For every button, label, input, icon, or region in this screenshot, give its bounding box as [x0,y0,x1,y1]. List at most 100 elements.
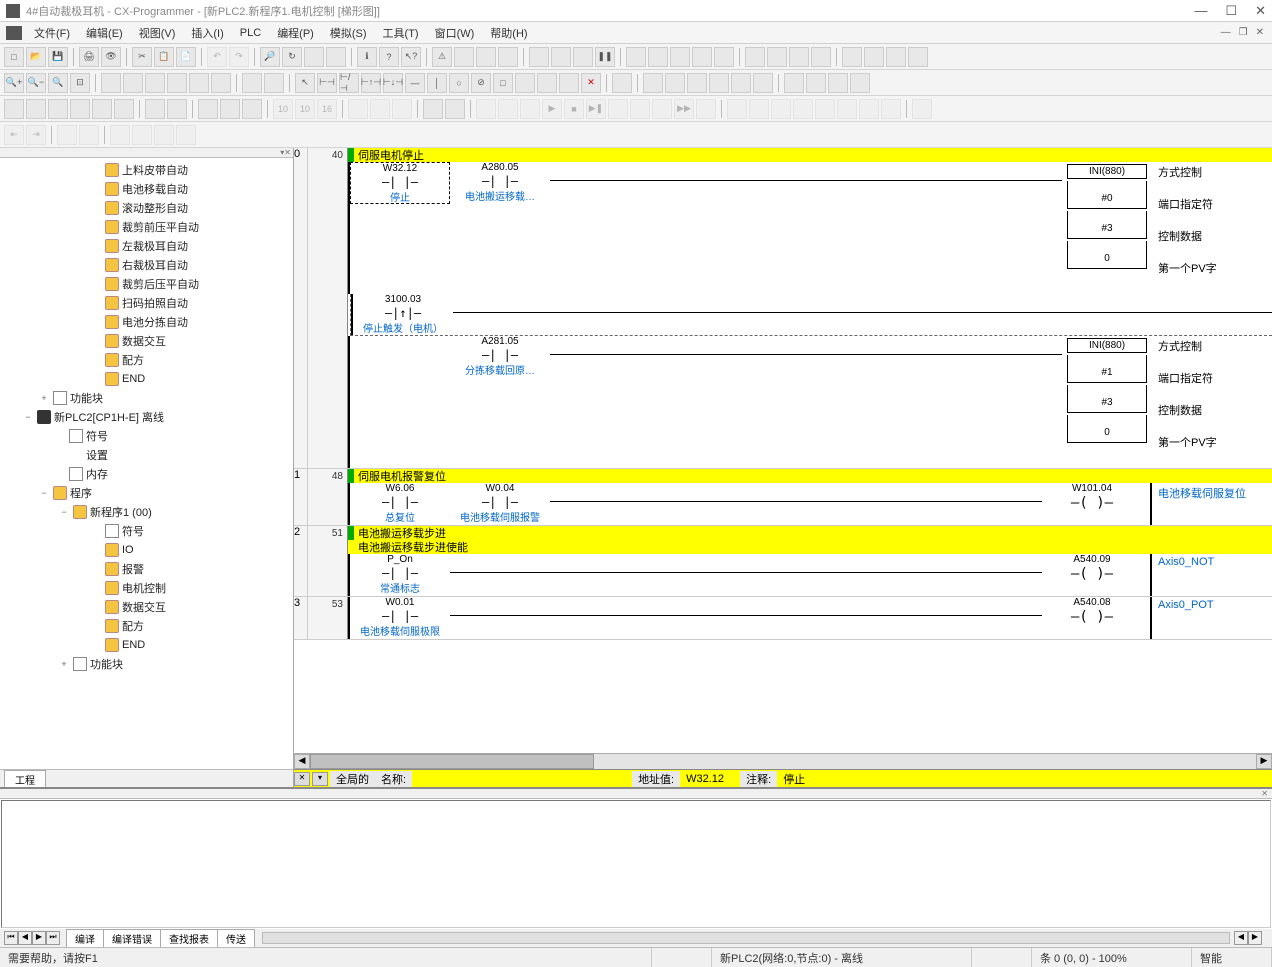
tab-nav-next-icon[interactable]: ▶ [32,931,46,945]
tb3-btn[interactable] [167,99,187,119]
tb3-btn[interactable]: ▶▶ [674,99,694,119]
line-v-button[interactable]: │ [427,73,447,93]
mdi-restore[interactable]: ❐ [1237,27,1250,38]
coil[interactable]: A540.09—( )— [1042,554,1142,582]
help-button[interactable]: ? [379,47,399,67]
rung-row[interactable]: W32.12—| |—停止A280.05—| |—电池搬运移载…INI(880)… [348,162,1272,294]
contact-no-button[interactable]: ⊢⊣ [317,73,337,93]
tb2-btn[interactable] [537,73,557,93]
scroll-right-icon[interactable]: ▶ [1256,754,1272,769]
tb4-btn[interactable] [176,125,196,145]
tb2-btn[interactable] [753,73,773,93]
whats-this-button[interactable]: ↖? [401,47,421,67]
tree-node[interactable]: 配方 [0,350,293,369]
tb3-btn[interactable] [445,99,465,119]
tree-node[interactable]: 裁剪后压平自动 [0,274,293,293]
delete-button[interactable]: ✕ [581,73,601,93]
redo-button[interactable]: ↷ [229,47,249,67]
tb4-btn[interactable] [132,125,152,145]
contact[interactable]: W0.01—| |—电池移载伺服极限 [350,597,450,637]
tree-body[interactable]: 上料皮带自动电池移载自动滚动整形自动裁剪前压平自动左裁极耳自动右裁极耳自动裁剪后… [0,158,293,769]
tb2-btn[interactable] [687,73,707,93]
tree-tab-project[interactable]: 工程 [4,770,46,788]
tree-node[interactable]: 电池分拣自动 [0,312,293,331]
tree-node[interactable]: 数据交互 [0,597,293,616]
undo-button[interactable]: ↶ [207,47,227,67]
rung-row[interactable]: W0.01—| |—电池移载伺服极限A540.08—( )—Axis0_POT [348,597,1272,639]
rung-row[interactable]: A281.05—| |—分拣移载回原…INI(880)#1#30方式控制端口指定… [348,336,1272,468]
rung-row[interactable]: P_On—| |—常通标志A540.09—( )—Axis0_NOT [348,554,1272,596]
tree-expander-icon[interactable]: − [38,488,50,498]
tb2-btn[interactable] [731,73,751,93]
menu-view[interactable]: 视图(V) [131,23,184,43]
menu-plc[interactable]: PLC [232,25,269,41]
tree-expander-icon[interactable]: + [58,659,70,669]
tree-expander-icon[interactable]: + [38,393,50,403]
tb1-btn[interactable] [573,47,593,67]
tb2-btn[interactable] [806,73,826,93]
tb1-btn[interactable] [326,47,346,67]
tb1-btn[interactable] [864,47,884,67]
zoom-fit-button[interactable]: ⊡ [70,73,90,93]
tb3-btn[interactable] [771,99,791,119]
tb2-btn[interactable] [167,73,187,93]
tb3-btn[interactable] [793,99,813,119]
tb1-btn[interactable]: ⚠ [432,47,452,67]
tree-node[interactable]: 电机控制 [0,578,293,597]
tb4-btn[interactable] [110,125,130,145]
tb2-btn[interactable] [264,73,284,93]
rung[interactable]: 353W0.01—| |—电池移载伺服极限A540.08—( )—Axis0_P… [294,597,1272,640]
tb1-btn[interactable] [714,47,734,67]
tree-expander-icon[interactable]: − [22,412,34,422]
tree-node[interactable]: END [0,369,293,388]
tab-nav-prev-icon[interactable]: ◀ [18,931,32,945]
coil[interactable]: A540.08—( )— [1042,597,1142,625]
rung-row[interactable]: W6.06—| |—总复位W0.04—| |—电池移载伺服报警W101.04—(… [348,483,1272,525]
contact-p-button[interactable]: ⊢↑⊣ [361,73,381,93]
cursor-button[interactable]: ↖ [295,73,315,93]
find-next-button[interactable]: ↻ [282,47,302,67]
tb3-btn[interactable] [859,99,879,119]
output-scroll[interactable] [262,932,1230,944]
contact-nc-button[interactable]: ⊢/⊣ [339,73,359,93]
zoom-button[interactable]: 🔍 [48,73,68,93]
tb2-btn[interactable] [211,73,231,93]
tb2-btn[interactable] [828,73,848,93]
tb1-btn[interactable]: ℹ [357,47,377,67]
tb2-btn[interactable] [643,73,663,93]
tree-node[interactable]: 符号 [0,521,293,540]
tb3-btn[interactable]: 10 [295,99,315,119]
menu-tools[interactable]: 工具(T) [375,23,427,43]
line-h-button[interactable]: — [405,73,425,93]
mdi-minimize[interactable]: — [1219,27,1233,38]
tb2-btn[interactable] [709,73,729,93]
ladder-hscroll[interactable]: ◀ ▶ [294,753,1272,769]
contact[interactable]: W32.12—| |—停止 [350,162,450,204]
output-tab-compile[interactable]: 编译 [66,929,104,948]
tb1-btn[interactable] [626,47,646,67]
menu-window[interactable]: 窗口(W) [427,23,483,43]
tree-node[interactable]: 滚动整形自动 [0,198,293,217]
tb3-btn[interactable] [92,99,112,119]
tree-node[interactable]: IO [0,540,293,559]
menu-simulate[interactable]: 模拟(S) [322,23,375,43]
function-block[interactable]: INI(880)#1#30 [1062,336,1152,443]
menu-edit[interactable]: 编辑(E) [78,23,131,43]
tb1-btn[interactable] [908,47,928,67]
find-button[interactable]: 🔎 [260,47,280,67]
tb1-btn[interactable] [692,47,712,67]
tree-node[interactable]: −新程序1 (00) [0,502,293,521]
tb3-btn[interactable] [198,99,218,119]
menu-program[interactable]: 编程(P) [269,23,322,43]
func-button[interactable]: □ [493,73,513,93]
tb3-btn[interactable] [520,99,540,119]
tree-close-icon[interactable]: ✕ [284,148,291,157]
tb1-btn[interactable] [529,47,549,67]
tree-node[interactable]: 上料皮带自动 [0,160,293,179]
contact[interactable]: A281.05—| |—分拣移载回原… [450,336,550,376]
tb1-btn[interactable] [551,47,571,67]
tb3-btn[interactable] [26,99,46,119]
tree-node[interactable]: 右裁极耳自动 [0,255,293,274]
contact[interactable] [350,336,450,376]
tb3-btn[interactable] [145,99,165,119]
